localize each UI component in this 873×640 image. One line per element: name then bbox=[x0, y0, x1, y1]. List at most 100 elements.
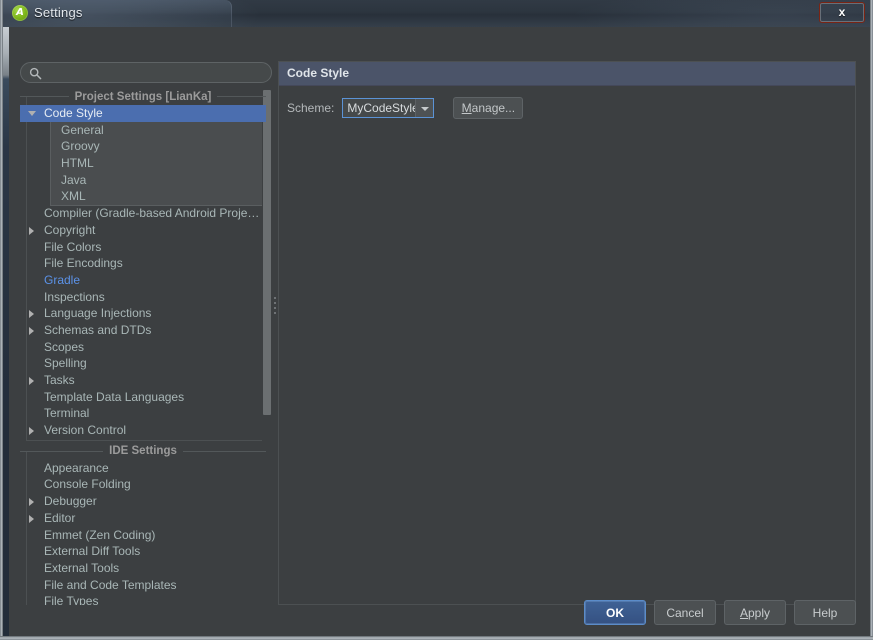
tree-item-label: File Encodings bbox=[44, 255, 123, 272]
tree-item-scopes[interactable]: Scopes bbox=[20, 339, 266, 356]
tree-item-inspections[interactable]: Inspections bbox=[20, 289, 266, 306]
close-button[interactable]: x bbox=[819, 2, 865, 23]
dialog-content: Project Settings [LianKa]Code StyleGener… bbox=[3, 27, 870, 636]
tree-item-copyright[interactable]: Copyright bbox=[20, 222, 266, 239]
chevron-right-icon[interactable] bbox=[29, 310, 34, 318]
tree-item-label: Java bbox=[61, 172, 86, 189]
chevron-right-icon[interactable] bbox=[29, 427, 34, 435]
tree-item-console-folding[interactable]: Console Folding bbox=[20, 476, 266, 493]
tree-item-label: Version Control bbox=[44, 422, 126, 439]
tree-item-label: HTML bbox=[61, 155, 94, 172]
apply-button[interactable]: Apply bbox=[724, 600, 786, 625]
tree-item-editor[interactable]: Editor bbox=[20, 510, 266, 527]
settings-tree-panel: Project Settings [LianKa] Code StyleGener… bbox=[20, 88, 272, 605]
tree-item-label: Copyright bbox=[44, 222, 95, 239]
tree-item-external-tools[interactable]: External Tools bbox=[20, 560, 266, 577]
dialog-button-bar: OK Cancel Apply Help bbox=[584, 600, 856, 625]
help-button[interactable]: Help bbox=[794, 600, 856, 625]
tree-item-html[interactable]: HTML bbox=[20, 155, 266, 172]
tree-item-tasks[interactable]: Tasks bbox=[20, 372, 266, 389]
chevron-right-icon[interactable] bbox=[29, 515, 34, 523]
cancel-button[interactable]: Cancel bbox=[654, 600, 716, 625]
search-box[interactable] bbox=[20, 62, 272, 83]
chevron-right-icon[interactable] bbox=[29, 498, 34, 506]
chevron-down-icon[interactable] bbox=[415, 99, 433, 117]
tree-item-debugger[interactable]: Debugger bbox=[20, 493, 266, 510]
tree-item-label: XML bbox=[61, 188, 86, 205]
settings-tree: Project Settings [LianKa] Code StyleGener… bbox=[20, 88, 266, 605]
tree-item-label: Groovy bbox=[61, 138, 100, 155]
close-icon: x bbox=[820, 3, 864, 22]
tree-section-header: IDE Settings bbox=[20, 443, 266, 460]
section-divider-left bbox=[20, 451, 103, 452]
tree-item-general[interactable]: General bbox=[20, 122, 266, 139]
title-bar: A Settings x bbox=[3, 0, 870, 27]
apply-button-label: pply bbox=[748, 606, 770, 620]
tree-item-label: Language Injections bbox=[44, 305, 151, 322]
section-divider-right bbox=[217, 96, 266, 97]
detail-panel-header: Code Style bbox=[279, 62, 855, 86]
tree-item-label: Emmet (Zen Coding) bbox=[44, 527, 155, 544]
tree-item-gradle[interactable]: Gradle bbox=[20, 272, 266, 289]
ok-button[interactable]: OK bbox=[584, 600, 646, 625]
manage-button-label: anage... bbox=[472, 101, 515, 115]
android-studio-icon-glyph: A bbox=[12, 5, 28, 21]
tree-item-file-colors[interactable]: File Colors bbox=[20, 239, 266, 256]
tree-item-code-style[interactable]: Code Style bbox=[20, 105, 266, 122]
tree-item-label: Spelling bbox=[44, 355, 87, 372]
chevron-right-icon[interactable] bbox=[29, 377, 34, 385]
tree-item-label: Template Data Languages bbox=[44, 389, 184, 406]
tree-item-label: Code Style bbox=[44, 105, 103, 122]
tree-section-header: Project Settings [LianKa] bbox=[20, 88, 266, 105]
window-border-bottom bbox=[0, 636, 873, 640]
tree-item-groovy[interactable]: Groovy bbox=[20, 138, 266, 155]
tree-item-language-injections[interactable]: Language Injections bbox=[20, 305, 266, 322]
tree-item-emmet-zen-coding[interactable]: Emmet (Zen Coding) bbox=[20, 527, 266, 544]
tree-item-file-encodings[interactable]: File Encodings bbox=[20, 255, 266, 272]
tree-item-label: Gradle bbox=[44, 272, 80, 289]
splitter-grip-icon bbox=[274, 297, 276, 319]
tree-item-label: File Colors bbox=[44, 239, 101, 256]
chevron-down-icon[interactable] bbox=[28, 111, 36, 116]
tree-item-label: Compiler (Gradle-based Android Proje… bbox=[44, 205, 259, 222]
detail-panel-body: Scheme: MyCodeStyle Manage... bbox=[279, 86, 855, 604]
tree-item-file-types[interactable]: File Types bbox=[20, 593, 266, 605]
scheme-label: Scheme: bbox=[287, 101, 334, 115]
detail-panel: Code Style Scheme: MyCodeStyle Manage... bbox=[278, 61, 856, 605]
page-title: Code Style bbox=[287, 66, 349, 80]
scheme-dropdown-value: MyCodeStyle bbox=[343, 101, 415, 115]
tree-item-schemas-and-dtds[interactable]: Schemas and DTDs bbox=[20, 322, 266, 339]
tree-item-appearance[interactable]: Appearance bbox=[20, 460, 266, 477]
tree-item-xml[interactable]: XML bbox=[20, 188, 266, 205]
chevron-right-icon[interactable] bbox=[29, 327, 34, 335]
tree-item-label: External Tools bbox=[44, 560, 119, 577]
tree-item-compiler-gradle-based-android-proje[interactable]: Compiler (Gradle-based Android Proje… bbox=[20, 205, 266, 222]
tree-item-spelling[interactable]: Spelling bbox=[20, 355, 266, 372]
cancel-button-label: Cancel bbox=[666, 606, 703, 620]
tree-item-label: Terminal bbox=[44, 405, 89, 422]
tree-item-template-data-languages[interactable]: Template Data Languages bbox=[20, 389, 266, 406]
chevron-right-icon[interactable] bbox=[29, 227, 34, 235]
window-title: Settings bbox=[34, 4, 83, 22]
tree-item-label: Tasks bbox=[44, 372, 75, 389]
tree-item-version-control[interactable]: Version Control bbox=[20, 422, 266, 439]
search-input[interactable] bbox=[45, 65, 267, 83]
section-divider-right bbox=[183, 451, 266, 452]
manage-button-mnemonic: M bbox=[462, 101, 472, 115]
apply-button-mnemonic: A bbox=[740, 606, 748, 620]
tree-section-label: Project Settings [LianKa] bbox=[69, 91, 218, 103]
tree-item-label: Schemas and DTDs bbox=[44, 322, 151, 339]
manage-button[interactable]: Manage... bbox=[453, 97, 523, 119]
ok-button-label: OK bbox=[606, 606, 624, 620]
tree-item-label: Console Folding bbox=[44, 476, 131, 493]
scheme-row: Scheme: MyCodeStyle Manage... bbox=[287, 97, 523, 119]
tree-item-external-diff-tools[interactable]: External Diff Tools bbox=[20, 543, 266, 560]
tree-section-label: IDE Settings bbox=[103, 445, 183, 457]
search-icon bbox=[29, 67, 42, 80]
help-button-label: Help bbox=[813, 606, 838, 620]
scheme-dropdown[interactable]: MyCodeStyle bbox=[342, 98, 434, 118]
tree-item-java[interactable]: Java bbox=[20, 172, 266, 189]
tree-item-label: Inspections bbox=[44, 289, 105, 306]
tree-item-file-and-code-templates[interactable]: File and Code Templates bbox=[20, 577, 266, 594]
tree-item-terminal[interactable]: Terminal bbox=[20, 405, 266, 422]
